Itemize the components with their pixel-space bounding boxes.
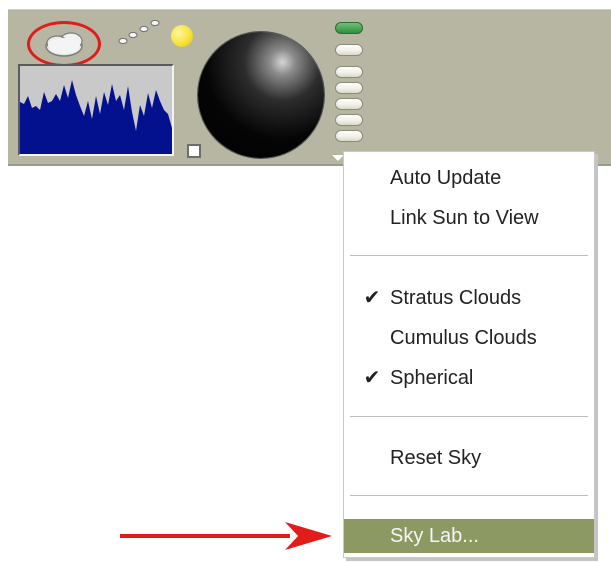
annotation-ellipse bbox=[27, 21, 101, 67]
ladder-step[interactable] bbox=[335, 98, 363, 110]
menu-item-sky-lab[interactable]: Sky Lab... bbox=[344, 519, 594, 553]
ladder-step[interactable] bbox=[335, 66, 363, 78]
annotation-arrow bbox=[120, 516, 332, 556]
menu-item-stratus-clouds[interactable]: ✔ Stratus Clouds bbox=[344, 281, 594, 315]
sky-histogram[interactable] bbox=[18, 64, 174, 156]
check-icon: ✔ bbox=[363, 287, 381, 309]
menu-item-label: Auto Update bbox=[390, 167, 502, 189]
menu-separator bbox=[350, 255, 588, 257]
color-swatch[interactable] bbox=[187, 144, 201, 158]
sky-context-menu: Auto Update Link Sun to View ✔ Stratus C… bbox=[343, 151, 595, 558]
cloud-layer-ladder[interactable] bbox=[335, 22, 363, 152]
sun-icon[interactable] bbox=[171, 25, 193, 47]
menu-item-label: Cumulus Clouds bbox=[390, 327, 537, 349]
ladder-step-active[interactable] bbox=[335, 22, 363, 34]
menu-item-link-sun-to-view[interactable]: Link Sun to View bbox=[344, 201, 594, 235]
sky-rotation-knob[interactable] bbox=[198, 32, 324, 158]
waveform-graphic bbox=[20, 80, 172, 154]
check-icon: ✔ bbox=[363, 367, 381, 389]
cloud-sequence-icon bbox=[118, 19, 160, 45]
sky-toolbar bbox=[8, 9, 611, 166]
ladder-step[interactable] bbox=[335, 130, 363, 142]
menu-item-reset-sky[interactable]: Reset Sky bbox=[344, 441, 594, 475]
menu-item-label: Link Sun to View bbox=[390, 207, 539, 229]
menu-item-cumulus-clouds[interactable]: Cumulus Clouds bbox=[344, 321, 594, 355]
menu-item-label: Spherical bbox=[390, 367, 474, 389]
menu-item-label: Stratus Clouds bbox=[390, 287, 522, 309]
menu-item-auto-update[interactable]: Auto Update bbox=[344, 161, 594, 195]
ladder-step[interactable] bbox=[335, 44, 363, 56]
ladder-step[interactable] bbox=[335, 114, 363, 126]
menu-item-label: Reset Sky bbox=[390, 447, 482, 469]
arrow-right-icon bbox=[120, 522, 332, 550]
menu-separator bbox=[350, 416, 588, 418]
ladder-step[interactable] bbox=[335, 82, 363, 94]
menu-separator bbox=[350, 495, 588, 497]
menu-item-label: Sky Lab... bbox=[390, 525, 479, 547]
menu-item-spherical[interactable]: ✔ Spherical bbox=[344, 361, 594, 395]
